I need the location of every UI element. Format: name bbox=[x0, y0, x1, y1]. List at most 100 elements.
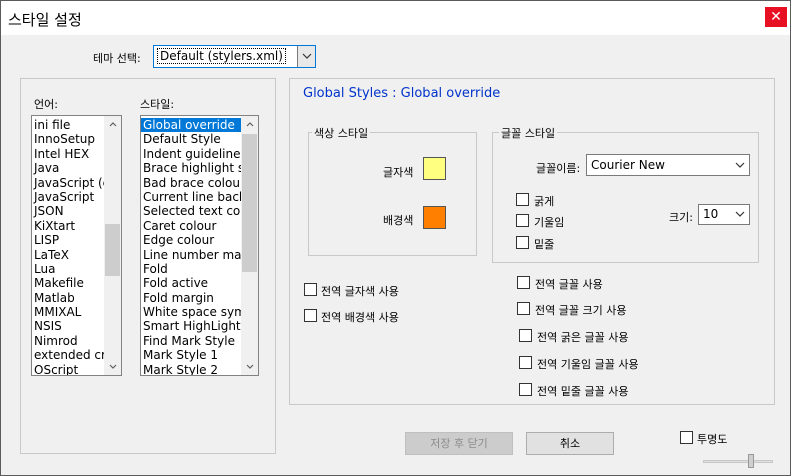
title-bar: 스타일 설정 ✕ bbox=[1, 1, 790, 35]
font-name-select[interactable]: Courier New bbox=[586, 154, 750, 176]
style-list-item[interactable]: Brace highlight styl bbox=[141, 161, 241, 175]
style-list-scrollbar[interactable] bbox=[241, 116, 258, 375]
theme-label: 테마 선택: bbox=[93, 52, 141, 65]
style-list-item[interactable]: Current line backgr bbox=[141, 190, 241, 204]
style-list-item[interactable]: Selected text colou bbox=[141, 204, 241, 218]
language-list-item[interactable]: NSIS bbox=[32, 319, 104, 333]
theme-value: Default (stylers.xml) bbox=[157, 48, 286, 64]
style-list-item[interactable]: Default Style bbox=[141, 132, 241, 146]
language-list-item[interactable]: LISP bbox=[32, 233, 104, 247]
scroll-down-icon[interactable] bbox=[104, 358, 121, 375]
scroll-down-icon[interactable] bbox=[241, 358, 258, 375]
bold-label: 굵게 bbox=[534, 195, 555, 208]
style-list-item[interactable]: Mark Style 1 bbox=[141, 348, 241, 362]
language-list-item[interactable]: Nimrod bbox=[32, 334, 104, 348]
global-fg-label: 전역 글자색 사용 bbox=[321, 285, 399, 298]
panel-heading: Global Styles : Global override bbox=[303, 86, 501, 101]
language-list-item[interactable]: OScript bbox=[32, 363, 104, 375]
style-list-item[interactable]: Line number marg bbox=[141, 248, 241, 262]
global-bold-checkbox[interactable] bbox=[519, 329, 532, 342]
language-list-item[interactable]: JSON bbox=[32, 204, 104, 218]
close-button[interactable]: ✕ bbox=[765, 7, 787, 27]
style-list-item[interactable]: Indent guideline st bbox=[141, 147, 241, 161]
foreground-colour-swatch[interactable] bbox=[423, 157, 446, 180]
global-underline-checkbox[interactable] bbox=[519, 383, 532, 396]
colour-style-group bbox=[308, 132, 477, 256]
style-list-item[interactable]: Bad brace colour bbox=[141, 176, 241, 190]
style-list-item[interactable]: Smart HighLighting bbox=[141, 319, 241, 333]
language-list-item[interactable]: MMIXAL bbox=[32, 305, 104, 319]
global-italic-checkbox[interactable] bbox=[519, 356, 532, 369]
language-list-item[interactable]: KiXtart bbox=[32, 219, 104, 233]
style-list-item[interactable]: Edge colour bbox=[141, 233, 241, 247]
style-configurator-window: 스타일 설정 ✕ 테마 선택: Default (stylers.xml) 언어… bbox=[0, 0, 791, 476]
style-scroll-thumb[interactable] bbox=[242, 134, 257, 272]
cancel-button[interactable]: 취소 bbox=[526, 432, 614, 455]
global-bg-label: 전역 배경색 사용 bbox=[321, 311, 399, 324]
transparency-slider-track[interactable] bbox=[703, 460, 773, 463]
language-list-item[interactable]: Java bbox=[32, 161, 104, 175]
save-close-button[interactable]: 저장 후 닫기 bbox=[405, 432, 513, 455]
style-label: 스타일: bbox=[140, 98, 175, 111]
language-scroll-thumb[interactable] bbox=[105, 224, 120, 276]
style-list-item[interactable]: Fold margin bbox=[141, 291, 241, 305]
font-style-group bbox=[492, 132, 759, 263]
style-list[interactable]: Global override Default Style Indent guide… bbox=[140, 115, 259, 376]
transparency-slider-thumb[interactable] bbox=[748, 454, 754, 468]
font-name-value: Courier New bbox=[591, 158, 665, 172]
global-bg-checkbox[interactable] bbox=[304, 309, 317, 322]
global-bold-label: 전역 굵은 글꼴 사용 bbox=[537, 331, 629, 344]
global-font-size-label: 전역 글꼴 크기 사용 bbox=[535, 304, 627, 317]
global-italic-label: 전역 기울임 글꼴 사용 bbox=[537, 358, 639, 371]
style-list-item[interactable]: Mark Style 2 bbox=[141, 363, 241, 375]
language-list-item[interactable]: extended cron bbox=[32, 348, 104, 362]
underline-label: 밑줄 bbox=[534, 238, 555, 251]
global-font-checkbox[interactable] bbox=[517, 276, 530, 289]
font-size-label: 크기: bbox=[669, 211, 693, 224]
style-list-item[interactable]: White space symbo bbox=[141, 305, 241, 319]
language-list-item[interactable]: JavaScript (en bbox=[32, 176, 104, 190]
global-fg-checkbox[interactable] bbox=[304, 283, 317, 296]
bold-checkbox[interactable] bbox=[516, 193, 529, 206]
chevron-down-icon bbox=[297, 46, 315, 67]
language-list-item[interactable]: Matlab bbox=[32, 291, 104, 305]
language-list-scrollbar[interactable] bbox=[104, 116, 121, 375]
global-font-label: 전역 글꼴 사용 bbox=[535, 278, 603, 291]
font-name-label: 글꼴이름: bbox=[536, 162, 581, 175]
font-style-title: 글꼴 스타일 bbox=[499, 125, 558, 141]
underline-checkbox[interactable] bbox=[516, 236, 529, 249]
global-font-size-checkbox[interactable] bbox=[517, 302, 530, 315]
background-colour-label: 배경색 bbox=[383, 214, 414, 227]
global-underline-label: 전역 밑줄 글꼴 사용 bbox=[537, 385, 629, 398]
italic-label: 기울임 bbox=[534, 216, 565, 229]
font-size-select[interactable]: 10 bbox=[698, 204, 750, 225]
language-list-item[interactable]: Makefile bbox=[32, 276, 104, 290]
transparency-checkbox[interactable] bbox=[680, 431, 693, 444]
scroll-up-icon[interactable] bbox=[241, 116, 258, 133]
language-list-item[interactable]: InnoSetup bbox=[32, 132, 104, 146]
language-list-item[interactable]: ini file bbox=[32, 118, 104, 132]
language-list-item[interactable]: LaTeX bbox=[32, 248, 104, 262]
scroll-up-icon[interactable] bbox=[104, 116, 121, 133]
font-size-value: 10 bbox=[703, 207, 719, 221]
style-list-item[interactable]: Global override bbox=[141, 118, 241, 133]
style-list-item[interactable]: Caret colour bbox=[141, 219, 241, 233]
close-icon: ✕ bbox=[770, 9, 782, 25]
style-list-item[interactable]: Fold active bbox=[141, 276, 241, 290]
transparency-label: 투명도 bbox=[697, 433, 728, 446]
chevron-down-icon bbox=[731, 155, 749, 175]
chevron-down-icon bbox=[731, 205, 749, 224]
background-colour-swatch[interactable] bbox=[423, 206, 446, 229]
language-list-item[interactable]: JavaScript bbox=[32, 190, 104, 204]
language-list-item[interactable]: Intel HEX bbox=[32, 147, 104, 161]
colour-style-title: 색상 스타일 bbox=[312, 125, 371, 141]
language-list[interactable]: ini file InnoSetup Intel HEX Java JavaScript… bbox=[31, 115, 122, 376]
style-list-item[interactable]: Fold bbox=[141, 262, 241, 276]
theme-select[interactable]: Default (stylers.xml) bbox=[153, 45, 316, 68]
language-label: 언어: bbox=[34, 98, 58, 111]
foreground-colour-label: 글자색 bbox=[383, 166, 414, 179]
italic-checkbox[interactable] bbox=[516, 214, 529, 227]
language-list-item[interactable]: Lua bbox=[32, 262, 104, 276]
style-list-item[interactable]: Find Mark Style bbox=[141, 334, 241, 348]
window-title: 스타일 설정 bbox=[8, 11, 82, 29]
